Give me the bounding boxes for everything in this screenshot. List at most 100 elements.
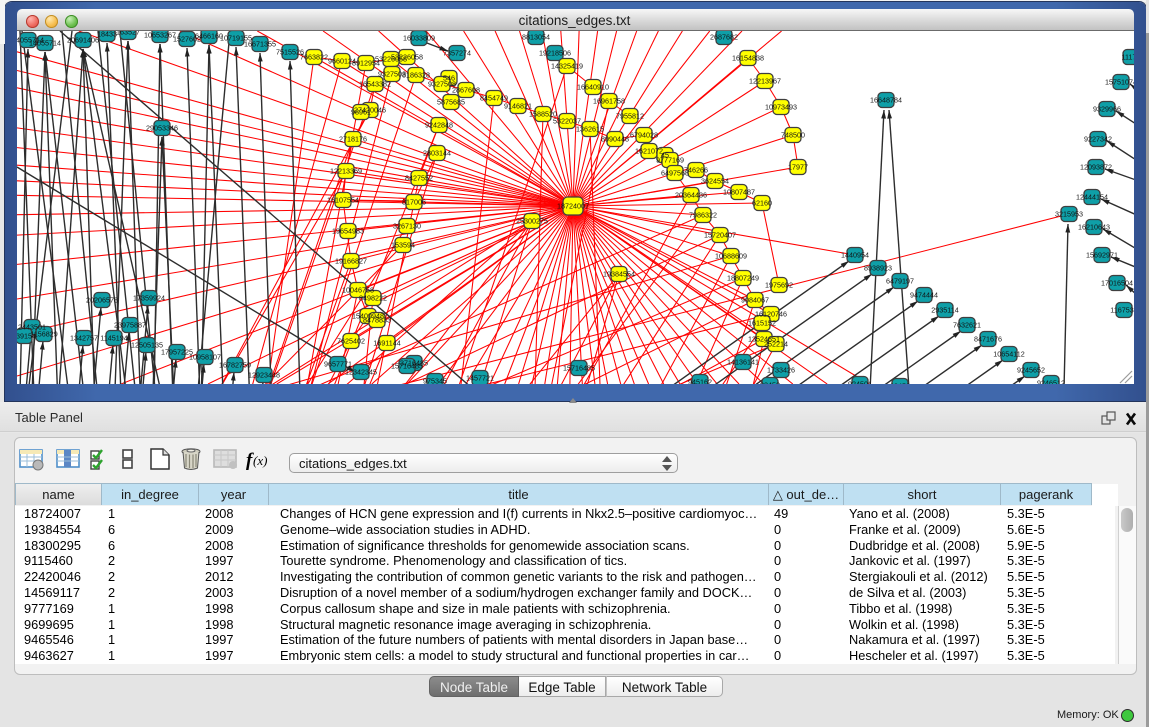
svg-text:17359924: 17359924 xyxy=(133,294,165,303)
svg-text:748500: 748500 xyxy=(781,131,805,140)
svg-text:1621072: 1621072 xyxy=(635,147,663,156)
svg-text:746266: 746266 xyxy=(684,166,708,175)
svg-text:18724007: 18724007 xyxy=(557,202,589,211)
svg-text:16154838: 16154838 xyxy=(732,54,764,63)
svg-text:9242848: 9242848 xyxy=(425,121,453,130)
svg-text:2867608: 2867608 xyxy=(452,86,480,95)
svg-text:16543382: 16543382 xyxy=(359,80,391,89)
svg-text:10958107: 10958107 xyxy=(189,353,221,362)
svg-text:9245652: 9245652 xyxy=(1017,366,1045,375)
svg-text:16648784: 16648784 xyxy=(870,96,902,105)
svg-text:9227342: 9227342 xyxy=(1084,135,1112,144)
svg-text:1691144: 1691144 xyxy=(373,339,400,348)
svg-text:12505135: 12505135 xyxy=(131,341,163,350)
svg-text:16782759: 16782759 xyxy=(219,361,251,370)
svg-text:16671355: 16671355 xyxy=(244,40,276,49)
svg-text:20691406: 20691406 xyxy=(67,36,99,45)
svg-text:11175: 11175 xyxy=(1122,53,1134,62)
svg-text:25300275: 25300275 xyxy=(516,217,548,226)
svg-text:53226058: 53226058 xyxy=(391,53,423,62)
svg-text:8471676: 8471676 xyxy=(974,335,1002,344)
svg-text:12342345: 12342345 xyxy=(345,368,377,377)
svg-text:8478833: 8478833 xyxy=(363,316,391,325)
svg-text:1167534: 1167534 xyxy=(1110,306,1134,315)
svg-text:9474444: 9474444 xyxy=(910,291,938,300)
svg-text:8938923: 8938923 xyxy=(864,264,892,273)
svg-text:8813054: 8813054 xyxy=(522,33,550,42)
svg-text:19166827: 19166827 xyxy=(335,257,367,266)
svg-text:19384554: 19384554 xyxy=(603,270,635,279)
svg-text:10973493: 10973493 xyxy=(765,103,797,112)
svg-text:2803144: 2803144 xyxy=(423,149,451,158)
svg-text:7625402: 7625402 xyxy=(337,337,365,346)
svg-text:1975692: 1975692 xyxy=(765,281,793,290)
svg-text:20206578: 20206578 xyxy=(86,296,118,305)
svg-text:16961758: 16961758 xyxy=(593,97,625,106)
svg-text:16640910: 16640910 xyxy=(577,83,609,92)
svg-text:8498222: 8498222 xyxy=(359,294,387,303)
svg-text:7663822: 7663822 xyxy=(300,53,328,62)
svg-text:7632621: 7632621 xyxy=(953,321,981,330)
svg-text:5875685: 5875685 xyxy=(437,98,465,107)
svg-text:924501: 924501 xyxy=(848,380,872,385)
svg-text:3267130: 3267130 xyxy=(393,222,421,231)
svg-text:15716485: 15716485 xyxy=(391,362,423,371)
svg-text:16107554: 16107554 xyxy=(327,196,359,205)
svg-text:17016504: 17016504 xyxy=(1101,279,1133,288)
svg-text:9084067: 9084067 xyxy=(741,296,769,305)
svg-text:10653267: 10653267 xyxy=(144,31,176,40)
svg-text:62160: 62160 xyxy=(752,199,772,208)
svg-text:19218506: 19218506 xyxy=(539,49,571,58)
svg-text:163527: 163527 xyxy=(116,31,140,37)
svg-text:20364436: 20364436 xyxy=(675,191,707,200)
svg-text:975345: 975345 xyxy=(423,377,447,385)
svg-text:19654983: 19654983 xyxy=(332,227,364,236)
svg-text:93452: 93452 xyxy=(890,382,910,385)
svg-text:29053346: 29053346 xyxy=(146,124,178,133)
svg-text:18807249: 18807249 xyxy=(727,274,759,283)
svg-text:12923448: 12923448 xyxy=(248,371,280,380)
svg-text:23975887: 23975887 xyxy=(114,321,146,330)
svg-text:(x): (x) xyxy=(253,453,267,468)
svg-text:83452: 83452 xyxy=(760,381,780,385)
svg-text:153594: 153594 xyxy=(391,241,415,250)
svg-text:9146821: 9146821 xyxy=(504,102,532,111)
svg-text:1362615: 1362615 xyxy=(576,125,604,134)
svg-text:12093872: 12093872 xyxy=(1080,163,1112,172)
svg-text:15716485: 15716485 xyxy=(563,364,595,373)
svg-text:7357274: 7357274 xyxy=(443,49,471,58)
svg-text:16033809: 16033809 xyxy=(403,34,435,43)
svg-text:1457721: 1457721 xyxy=(466,374,494,383)
svg-text:945162: 945162 xyxy=(688,378,712,385)
svg-text:15692971: 15692971 xyxy=(1086,251,1118,260)
svg-text:9657771: 9657771 xyxy=(324,360,352,369)
svg-text:6466160: 6466160 xyxy=(195,32,223,41)
svg-text:98961: 98961 xyxy=(351,108,371,117)
svg-text:8186328: 8186328 xyxy=(402,71,430,80)
svg-text:17977: 17977 xyxy=(788,163,808,172)
svg-text:14136141: 14136141 xyxy=(727,358,759,367)
svg-text:18433: 18433 xyxy=(97,31,117,39)
svg-text:12213967: 12213967 xyxy=(749,77,781,86)
svg-text:7955812: 7955812 xyxy=(616,112,644,121)
svg-text:6479197: 6479197 xyxy=(886,277,914,286)
svg-text:9777169: 9777169 xyxy=(656,156,684,165)
svg-text:9329966: 9329966 xyxy=(1093,105,1121,114)
svg-text:16120746: 16120746 xyxy=(755,310,787,319)
svg-text:1440954: 1440954 xyxy=(841,251,869,260)
svg-text:1156829: 1156829 xyxy=(30,330,57,339)
svg-text:252214: 252214 xyxy=(764,340,788,349)
svg-text:10688609: 10688609 xyxy=(715,252,747,261)
svg-text:1342757: 1342757 xyxy=(70,334,98,343)
svg-text:6794028: 6794028 xyxy=(630,131,658,140)
svg-text:15720407: 15720407 xyxy=(704,231,736,240)
svg-text:16210643: 16210643 xyxy=(1078,223,1110,232)
svg-text:2687682: 2687682 xyxy=(710,33,738,42)
svg-text:8990448: 8990448 xyxy=(601,135,629,144)
svg-text:3215953: 3215953 xyxy=(1055,210,1083,219)
svg-text:10807487: 10807487 xyxy=(723,188,755,197)
svg-text:3624554: 3624554 xyxy=(701,177,729,186)
svg-text:2935114: 2935114 xyxy=(931,306,958,315)
svg-text:10654112: 10654112 xyxy=(993,350,1024,359)
svg-text:8427552: 8427552 xyxy=(405,174,433,183)
